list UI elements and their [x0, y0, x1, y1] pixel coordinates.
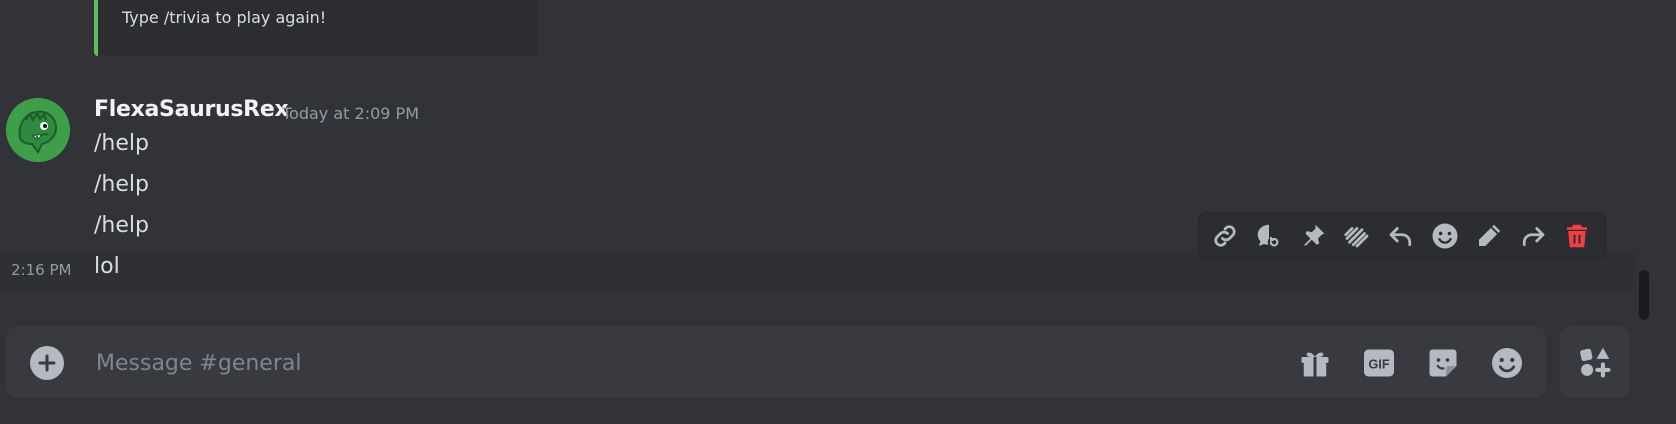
message-composer: GIF	[6, 326, 1546, 398]
pin-icon	[1304, 224, 1325, 246]
delete-icon	[1567, 224, 1587, 248]
gif-button[interactable]: GIF	[1360, 344, 1398, 382]
gift-icon	[1301, 352, 1329, 377]
copy-link-button[interactable]	[1203, 216, 1247, 256]
emoji-icon	[1492, 348, 1522, 378]
avatar[interactable]	[6, 98, 70, 162]
reply-icon	[1389, 227, 1412, 247]
message-actions-toolbar	[1198, 212, 1606, 260]
apps-icon	[1580, 347, 1611, 378]
svg-text:GIF: GIF	[1368, 356, 1389, 371]
forward-button[interactable]	[1511, 216, 1555, 256]
thread-icon	[1257, 224, 1281, 249]
sticker-button[interactable]	[1424, 344, 1462, 382]
message-timestamp: Today at 2:09 PM	[282, 104, 419, 123]
dinosaur-avatar-icon	[6, 98, 70, 162]
delete-button[interactable]	[1555, 216, 1599, 256]
forward-icon	[1522, 227, 1545, 247]
reply-button[interactable]	[1379, 216, 1423, 256]
gift-button[interactable]	[1296, 344, 1334, 382]
message-text: /help	[94, 172, 149, 197]
sticker-icon	[1429, 349, 1457, 377]
plus-icon	[38, 354, 56, 372]
message-text: /help	[94, 213, 149, 238]
username[interactable]: FlexaSaurusRex	[94, 97, 289, 122]
embed-text: Type /trivia to play again!	[122, 8, 327, 27]
message-side-timestamp: 2:16 PM	[11, 261, 72, 279]
message-text: /help	[94, 131, 149, 156]
edit-icon	[1479, 224, 1501, 246]
copy-link-icon	[1214, 225, 1236, 247]
emoji-button[interactable]	[1488, 344, 1526, 382]
trivia-embed: Type /trivia to play again!	[94, 0, 538, 56]
upload-button[interactable]	[30, 346, 64, 380]
scrollbar-thumb[interactable]	[1639, 270, 1649, 320]
mark-unread-icon	[1344, 227, 1369, 248]
apps-button[interactable]	[1560, 326, 1630, 398]
message-input[interactable]	[94, 342, 1278, 384]
message-text: lol	[94, 254, 120, 279]
edit-button[interactable]	[1467, 216, 1511, 256]
pin-message-button[interactable]	[1291, 216, 1335, 256]
add-reaction-icon	[1432, 223, 1458, 249]
mark-unread-button[interactable]	[1335, 216, 1379, 256]
chat-view: Type /trivia to play again! FlexaSaurusR…	[0, 0, 1676, 424]
gif-icon: GIF	[1364, 349, 1394, 377]
create-thread-button[interactable]	[1247, 216, 1291, 256]
add-reaction-button[interactable]	[1423, 216, 1467, 256]
